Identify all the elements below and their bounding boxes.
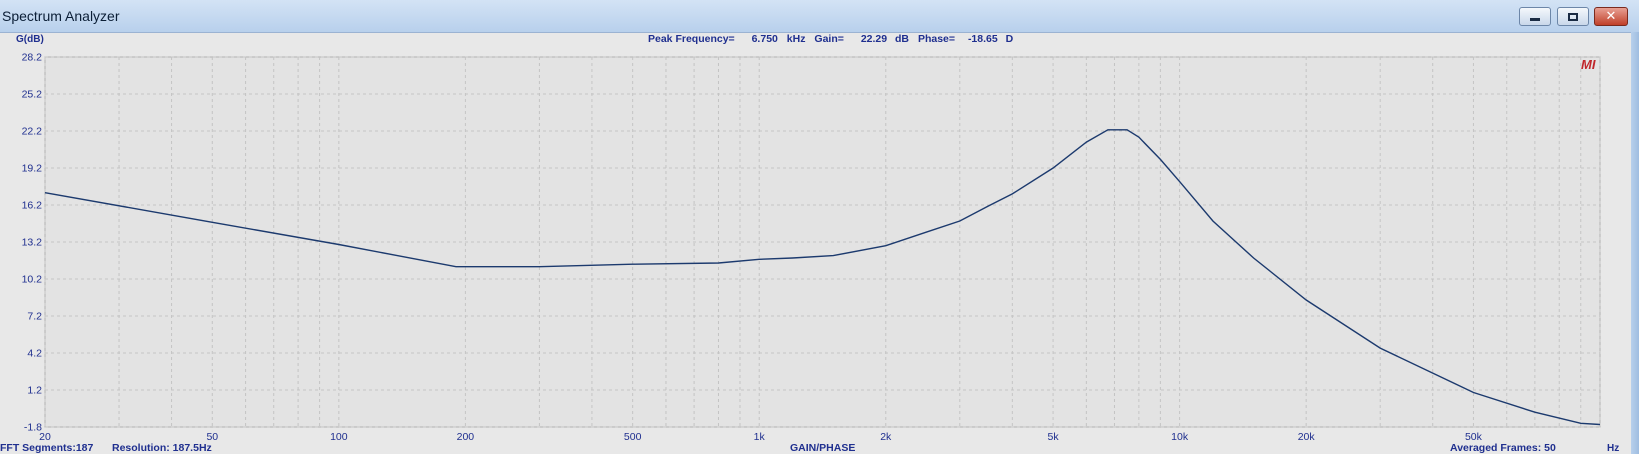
- mi-logo: MI: [1581, 57, 1596, 72]
- minimize-button[interactable]: [1519, 7, 1551, 26]
- peak-frequency-readout: Peak Frequency= 6.750 kHz Gain= 22.29 dB…: [648, 33, 1014, 45]
- peak-frequency-unit: kHz: [787, 33, 806, 45]
- window-titlebar: Spectrum Analyzer ✕: [0, 0, 1639, 33]
- y-tick-label: 19.2: [22, 163, 43, 175]
- y-axis-ticks: 28.225.222.219.216.213.210.27.24.21.2-1.…: [22, 52, 43, 434]
- y-axis-label: G(dB): [16, 34, 44, 45]
- y-tick-label: 22.2: [22, 126, 43, 138]
- gain-value: 22.29: [861, 33, 887, 45]
- phase-unit: D: [1006, 33, 1014, 45]
- window-right-border: [1631, 32, 1639, 454]
- window-title: Spectrum Analyzer: [2, 8, 120, 24]
- y-tick-label: 4.2: [27, 348, 42, 360]
- y-tick-label: 16.2: [22, 200, 43, 212]
- close-button[interactable]: ✕: [1594, 7, 1628, 26]
- x-tick-label: 100: [330, 431, 348, 443]
- averaged-frames-readout: Averaged Frames: 50: [1450, 442, 1556, 454]
- y-tick-label: 28.2: [22, 52, 43, 64]
- peak-frequency-value: 6.750: [752, 33, 778, 45]
- x-tick-label: 20k: [1298, 431, 1316, 443]
- phase-label: Phase=: [918, 33, 955, 45]
- x-axis-ticks: 20 50 100 200 500 1k 2k 5k 10k 20k 50k: [39, 431, 1483, 443]
- x-tick-label: 2k: [880, 431, 892, 443]
- maximize-button[interactable]: [1557, 7, 1589, 26]
- gain-unit: dB: [895, 33, 909, 45]
- resolution-readout: Resolution: 187.5Hz: [112, 442, 212, 454]
- y-tick-label: 7.2: [27, 311, 42, 323]
- gain-label: Gain=: [814, 33, 843, 45]
- y-tick-label: 10.2: [22, 274, 43, 286]
- y-tick-label: 25.2: [22, 89, 43, 101]
- x-tick-label: 200: [457, 431, 475, 443]
- fft-segments-readout: FFT Segments:187: [0, 442, 94, 454]
- minimize-icon: [1530, 18, 1540, 21]
- x-tick-label: 1k: [754, 431, 766, 443]
- y-tick-label: 13.2: [22, 237, 43, 249]
- x-tick-label: 500: [624, 431, 642, 443]
- mode-label: GAIN/PHASE: [790, 442, 855, 454]
- close-icon: ✕: [1605, 9, 1617, 24]
- x-axis-label: Hz: [1607, 443, 1619, 454]
- spectrum-chart: 28.225.222.219.216.213.210.27.24.21.2-1.…: [0, 33, 1619, 454]
- phase-value: -18.65: [968, 33, 998, 45]
- x-tick-label: 5k: [1048, 431, 1060, 443]
- y-tick-label: 1.2: [27, 385, 42, 397]
- x-tick-label: 10k: [1171, 431, 1189, 443]
- peak-frequency-label: Peak Frequency=: [648, 33, 735, 45]
- maximize-icon: [1568, 12, 1578, 21]
